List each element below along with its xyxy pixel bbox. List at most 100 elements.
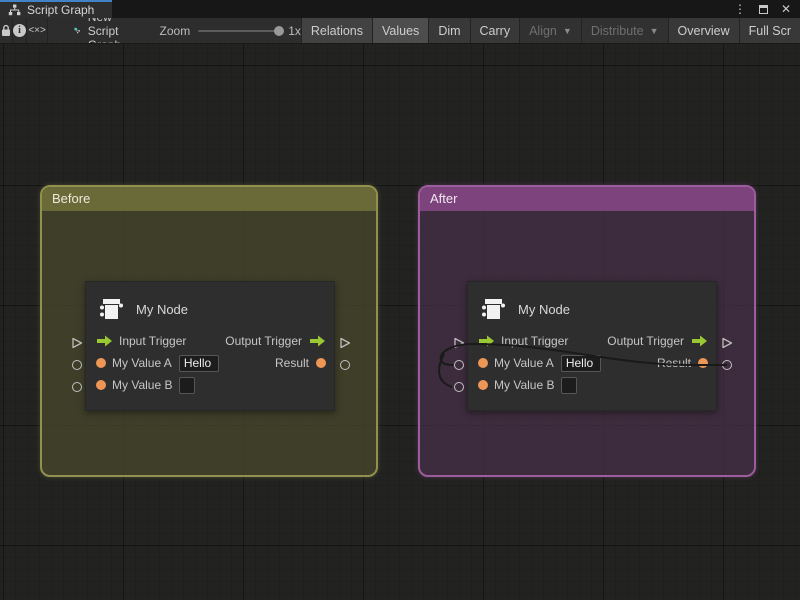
value-b-input[interactable] (179, 377, 195, 394)
fullscreen-label: Full Scr (749, 24, 791, 38)
flow-output-outer-port[interactable] (339, 337, 352, 350)
graph-toolbar: i <×> New Script Graph Zoom 1x Relations… (0, 18, 800, 44)
port-row-value-b: My Value B (86, 374, 334, 396)
graph-name-label: New Script Graph (88, 18, 130, 44)
carry-button[interactable]: Carry (470, 18, 520, 43)
script-graph-window: Script Graph ⋮ ✕ i <×> (0, 0, 800, 600)
output-trigger-label: Output Trigger (225, 334, 302, 348)
graph-name-area[interactable]: New Script Graph (62, 18, 141, 43)
result-port-icon[interactable] (698, 358, 708, 368)
result-port-icon[interactable] (316, 358, 326, 368)
graph-canvas[interactable]: Before After My Node Input Tr (0, 44, 800, 600)
carry-label: Carry (480, 24, 511, 38)
circle-port-icon (72, 382, 82, 392)
circle-port-icon (340, 360, 350, 370)
flow-input-outer-port[interactable] (453, 337, 466, 350)
flow-input-icon[interactable] (96, 334, 113, 348)
node-title: My Node (136, 302, 188, 317)
value-b-label: My Value B (494, 378, 554, 392)
toolbar-buttons: Relations Values Dim Carry Align ▼ Distr… (301, 18, 800, 43)
port-row-trigger: Input Trigger Output Trigger (468, 330, 716, 352)
tab-bar: Script Graph ⋮ ✕ (0, 0, 800, 18)
circle-port-icon (722, 360, 732, 370)
unit-node-icon (98, 296, 125, 323)
value-b-outer-port[interactable] (454, 382, 464, 392)
node-title: My Node (518, 302, 570, 317)
triangle-port-icon (721, 337, 734, 350)
output-trigger-label: Output Trigger (607, 334, 684, 348)
port-row-value-b: My Value B (468, 374, 716, 396)
relations-button[interactable]: Relations (301, 18, 372, 43)
circle-port-icon (454, 382, 464, 392)
inspect-button[interactable]: <×> (27, 18, 48, 43)
graph-hierarchy-icon (8, 4, 21, 16)
zoom-label: Zoom (160, 24, 191, 38)
triangle-port-icon (71, 337, 84, 350)
triangle-port-icon (453, 337, 466, 350)
overview-label: Overview (678, 24, 730, 38)
overview-button[interactable]: Overview (668, 18, 739, 43)
window-menu-icon[interactable]: ⋮ (734, 3, 746, 15)
flow-input-icon[interactable] (478, 334, 495, 348)
group-after-header[interactable]: After (420, 187, 754, 211)
zoom-slider[interactable] (198, 30, 280, 32)
value-a-input[interactable] (561, 355, 601, 372)
node-header: My Node (468, 282, 716, 330)
zoom-slider-handle[interactable] (274, 26, 284, 36)
zoom-value: 1x (288, 24, 301, 38)
angle-brackets-icon: <×> (28, 25, 46, 36)
flow-output-icon[interactable] (309, 334, 326, 348)
zoom-control: Zoom 1x (160, 18, 301, 43)
distribute-label: Distribute (591, 24, 644, 38)
tab-title: Script Graph (27, 3, 94, 17)
value-b-label: My Value B (112, 378, 172, 392)
group-before-header[interactable]: Before (42, 187, 376, 211)
fullscreen-button[interactable]: Full Scr (739, 18, 800, 43)
lock-button[interactable] (0, 18, 13, 43)
port-row-value-a: My Value A Result (86, 352, 334, 374)
info-icon: i (13, 24, 26, 37)
result-label: Result (657, 356, 691, 370)
value-b-input[interactable] (561, 377, 577, 394)
values-button[interactable]: Values (372, 18, 428, 43)
align-label: Align (529, 24, 557, 38)
distribute-button[interactable]: Distribute ▼ (581, 18, 668, 43)
result-outer-port[interactable] (722, 360, 732, 370)
value-a-port-icon[interactable] (478, 358, 488, 368)
unit-node-icon (480, 296, 507, 323)
value-a-port-icon[interactable] (96, 358, 106, 368)
node-my-node-before[interactable]: My Node Input Trigger Output Trigger My … (85, 281, 335, 411)
value-b-outer-port[interactable] (72, 382, 82, 392)
maximize-icon[interactable] (759, 5, 768, 14)
result-label: Result (275, 356, 309, 370)
dim-label: Dim (438, 24, 460, 38)
circle-port-icon (72, 360, 82, 370)
flow-output-icon[interactable] (691, 334, 708, 348)
node-my-node-after[interactable]: My Node Input Trigger Output Trigger My … (467, 281, 717, 411)
values-label: Values (382, 24, 419, 38)
dim-button[interactable]: Dim (428, 18, 469, 43)
value-a-input[interactable] (179, 355, 219, 372)
node-header: My Node (86, 282, 334, 330)
input-trigger-label: Input Trigger (501, 334, 568, 348)
result-outer-port[interactable] (340, 360, 350, 370)
value-b-port-icon[interactable] (96, 380, 106, 390)
port-row-value-a: My Value A Result (468, 352, 716, 374)
script-graph-asset-icon (74, 23, 81, 38)
flow-input-outer-port[interactable] (71, 337, 84, 350)
window-controls: ⋮ ✕ (734, 0, 800, 18)
lock-icon (0, 24, 12, 37)
tab-script-graph[interactable]: Script Graph (0, 0, 112, 18)
info-button[interactable]: i (13, 18, 27, 43)
value-a-outer-port[interactable] (454, 360, 464, 370)
value-a-outer-port[interactable] (72, 360, 82, 370)
chevron-down-icon: ▼ (563, 26, 572, 36)
value-b-port-icon[interactable] (478, 380, 488, 390)
value-a-label: My Value A (494, 356, 554, 370)
align-button[interactable]: Align ▼ (519, 18, 581, 43)
close-icon[interactable]: ✕ (781, 3, 791, 15)
circle-port-icon (454, 360, 464, 370)
value-a-label: My Value A (112, 356, 172, 370)
flow-output-outer-port[interactable] (721, 337, 734, 350)
port-row-trigger: Input Trigger Output Trigger (86, 330, 334, 352)
